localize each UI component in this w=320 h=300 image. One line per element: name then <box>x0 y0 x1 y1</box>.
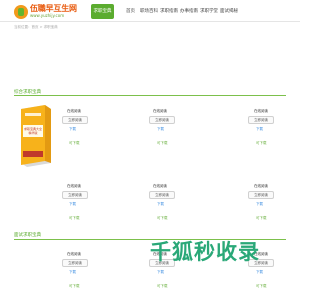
nav-item-guide[interactable]: 求职指南 <box>160 4 178 19</box>
section-divider <box>14 95 286 96</box>
cell-label: 在线阅读 <box>254 184 268 188</box>
cell-label: 在线阅读 <box>153 184 167 188</box>
download-link[interactable]: 下载 <box>256 202 263 207</box>
cell-status: 可下载 <box>157 141 168 145</box>
read-button[interactable]: 立即阅读 <box>149 191 175 199</box>
read-button[interactable]: 立即阅读 <box>62 259 88 267</box>
download-link[interactable]: 下载 <box>157 127 164 132</box>
cell-status: 可下载 <box>69 216 80 220</box>
cell-label: 在线阅读 <box>153 109 167 113</box>
nav-item-wiki[interactable]: 职场百科 <box>140 4 158 19</box>
cell-label: 在线阅读 <box>67 109 81 113</box>
read-button[interactable]: 立即阅读 <box>248 191 274 199</box>
download-link[interactable]: 下载 <box>256 270 263 275</box>
read-button[interactable]: 立即阅读 <box>62 116 88 124</box>
cell-status: 可下载 <box>157 216 168 220</box>
cell-status: 可下载 <box>69 141 80 145</box>
read-button[interactable]: 立即阅读 <box>248 116 274 124</box>
logo-icon <box>14 5 28 19</box>
book-cover-subtitle: 精华版 <box>28 130 37 135</box>
cell-status: 可下载 <box>256 284 267 288</box>
cell-status: 可下载 <box>157 284 168 288</box>
cell-status: 可下载 <box>256 141 267 145</box>
cell-status: 可下载 <box>256 216 267 220</box>
cell-label: 在线阅读 <box>254 109 268 113</box>
watermark-text: 千狐秒收录 <box>150 240 260 264</box>
nav-item-interview[interactable]: 面试揭秘 <box>220 4 238 19</box>
cell-label: 在线阅读 <box>67 184 81 188</box>
download-link[interactable]: 下载 <box>157 270 164 275</box>
download-link[interactable]: 下载 <box>69 270 76 275</box>
nav-item-school[interactable]: 求职学堂 <box>200 4 218 19</box>
read-button[interactable]: 立即阅读 <box>62 191 88 199</box>
breadcrumb: 当前位置：首页 > 求职宝典 <box>14 25 58 29</box>
nav-item-home[interactable]: 首页 <box>126 4 135 19</box>
download-link[interactable]: 下载 <box>157 202 164 207</box>
download-link[interactable]: 下载 <box>256 127 263 132</box>
nav-item-affairs[interactable]: 办事指南 <box>180 4 198 19</box>
nav-current-tab[interactable]: 求职宝典 <box>91 4 114 19</box>
section-title: 面试求职宝典 <box>14 233 41 238</box>
cell-status: 可下载 <box>69 284 80 288</box>
cell-label: 在线阅读 <box>67 252 81 256</box>
download-link[interactable]: 下载 <box>69 202 76 207</box>
header-divider <box>0 21 300 22</box>
logo-url: www.yuzhijy.com <box>30 13 65 18</box>
read-button[interactable]: 立即阅读 <box>149 116 175 124</box>
download-link[interactable]: 下载 <box>69 127 76 132</box>
book-cover-image: 求职宝典大全 精华版 <box>21 105 51 167</box>
